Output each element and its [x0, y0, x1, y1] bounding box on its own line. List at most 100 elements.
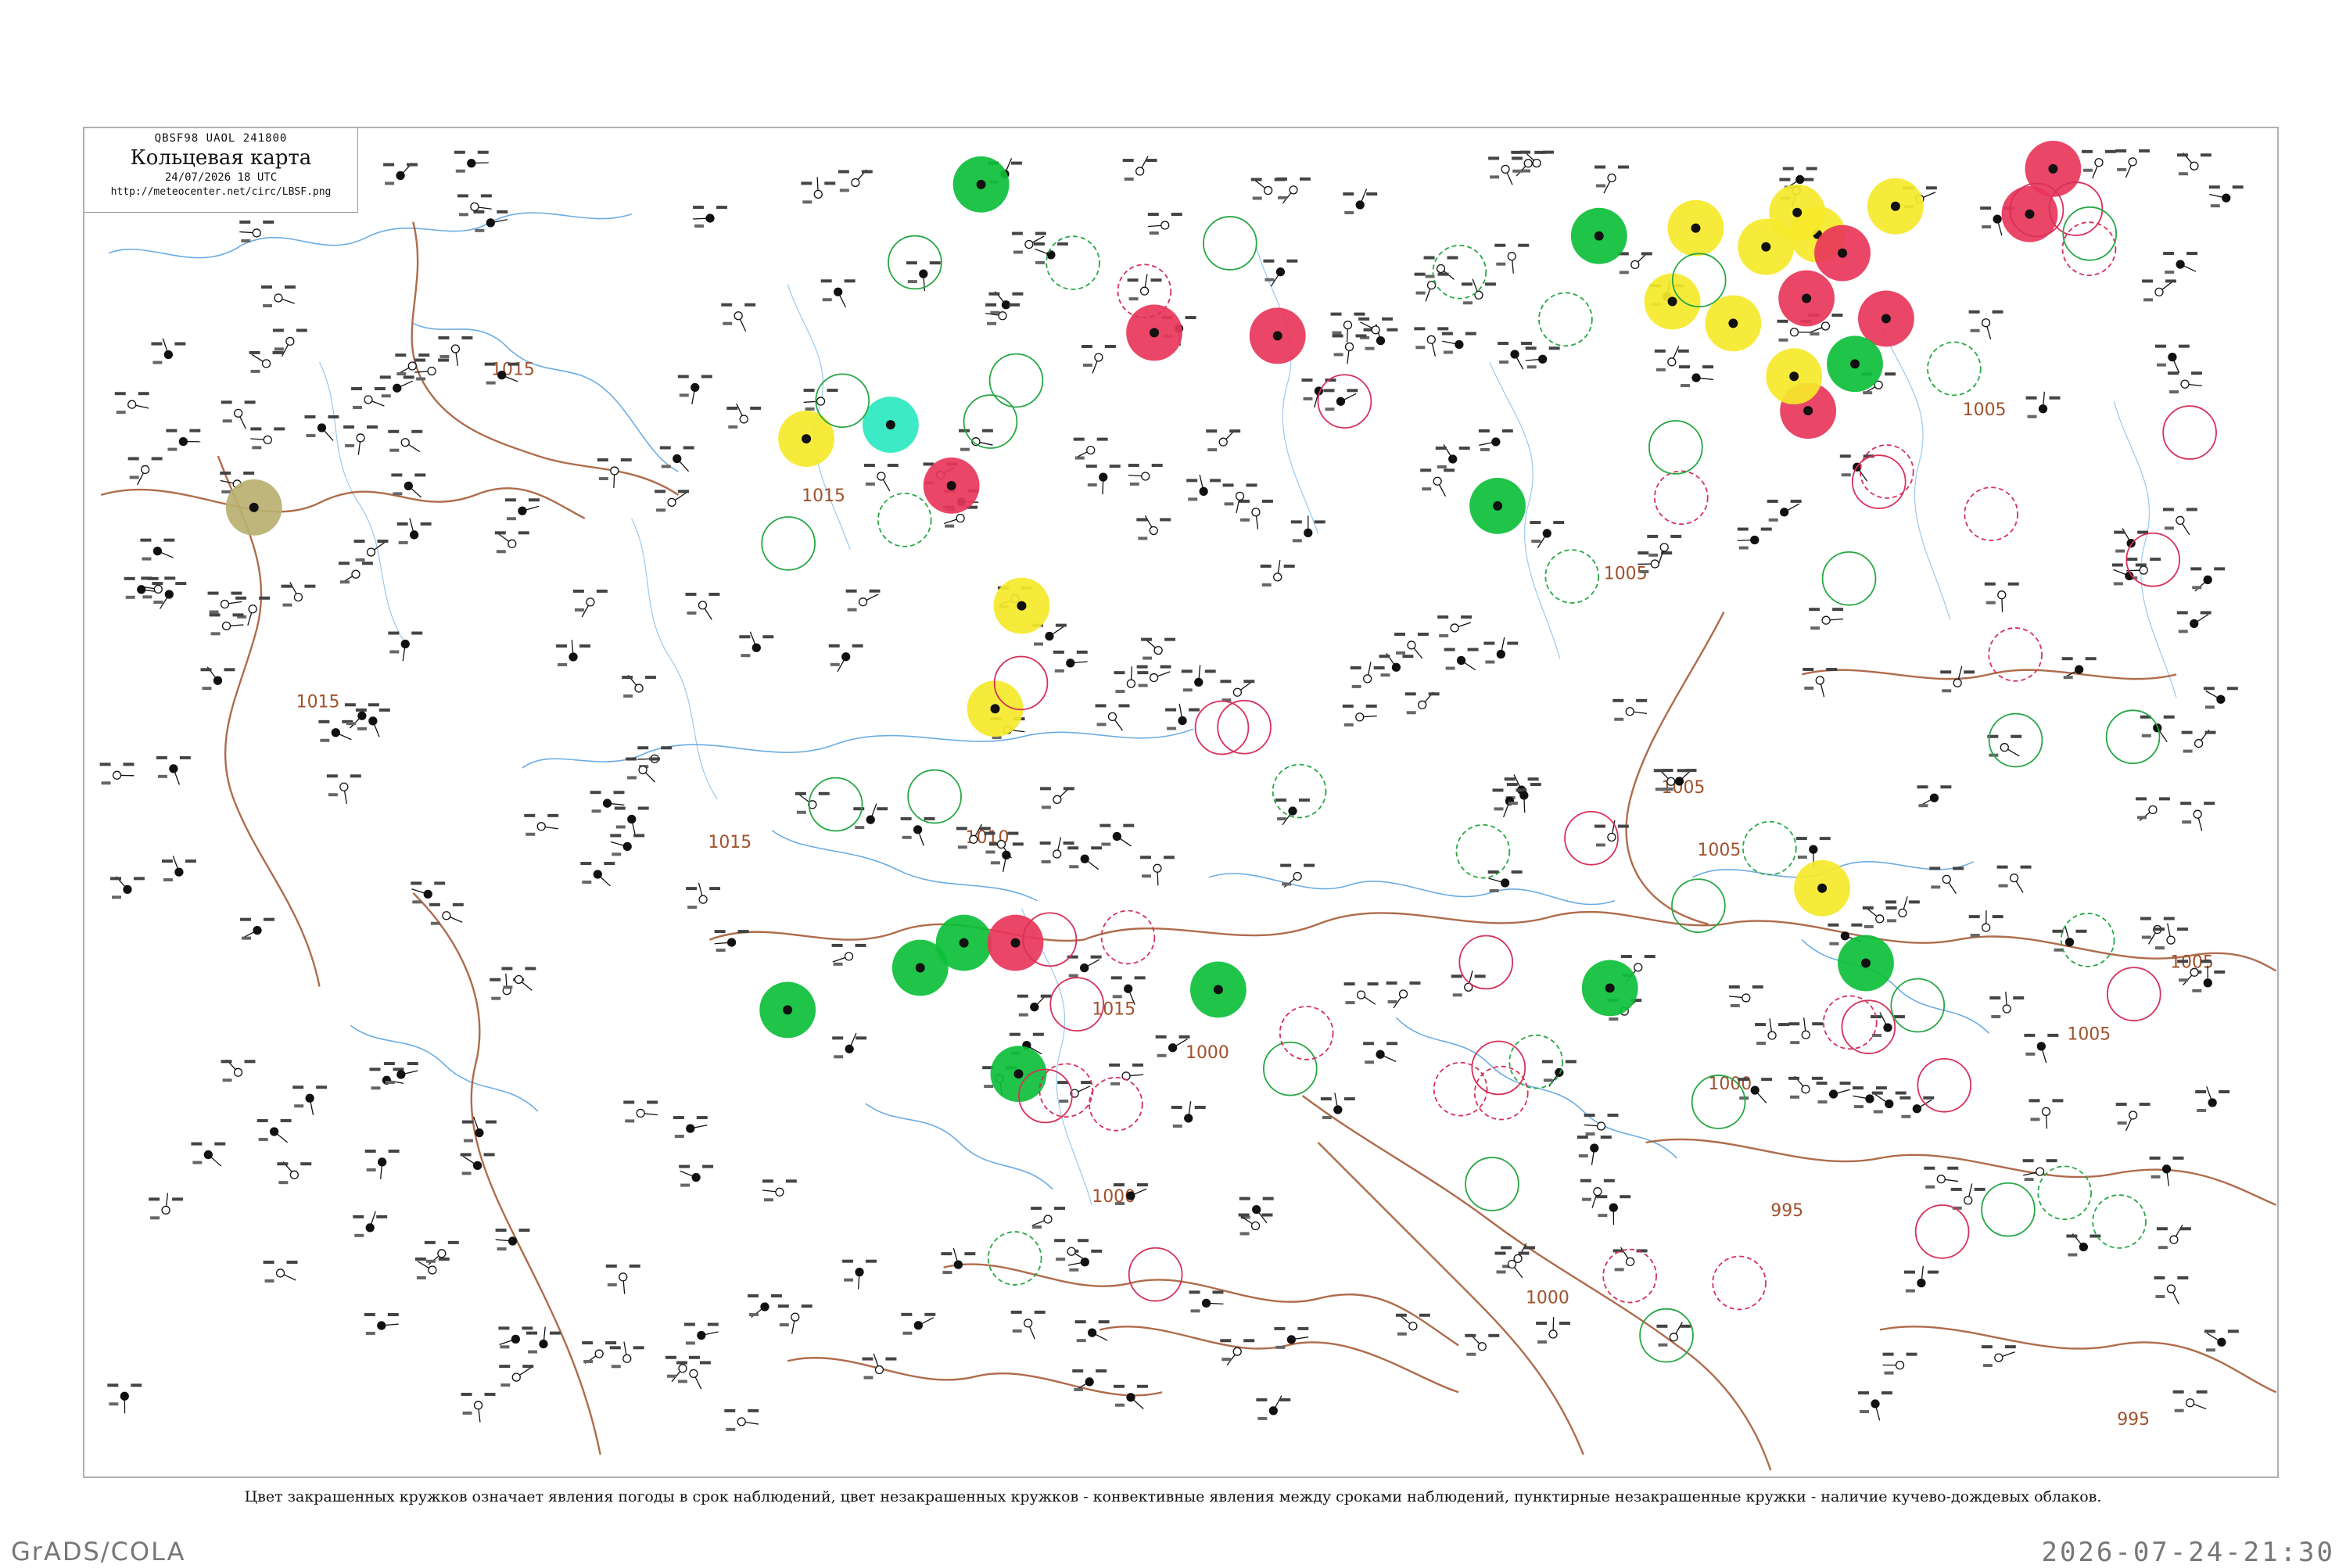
station-plot [2173, 1390, 2208, 1412]
station-plot [2155, 345, 2190, 373]
station-dot [1850, 359, 1860, 368]
convective-ring [2163, 406, 2216, 459]
convective-ring [2093, 1195, 2146, 1248]
legend-caption: Цвет закрашенных кружков означает явлени… [0, 1488, 2346, 1505]
station-plot [606, 1265, 640, 1294]
station-plot [462, 1117, 497, 1143]
station-plot [1858, 1391, 1892, 1420]
footer-software: GrADS/COLA [11, 1537, 186, 1566]
convective-ring [1039, 1064, 1092, 1117]
station-plot [580, 862, 615, 886]
station-plot [1128, 464, 1163, 486]
station-plot [1031, 1207, 1065, 1229]
station-plot [1394, 633, 1429, 658]
convective-ring [1982, 1183, 2035, 1236]
station-plot [615, 806, 649, 835]
station-plot [1396, 1314, 1430, 1336]
station-plot [2142, 279, 2176, 301]
convective-ring [1434, 1063, 1487, 1116]
station-dot [1605, 983, 1615, 992]
station-plot [277, 1162, 311, 1185]
station-plot [1437, 615, 1472, 637]
convective-ring [1459, 936, 1512, 989]
isobar-label: 1005 [2067, 1024, 2111, 1044]
station-plot [1420, 468, 1455, 496]
station-plot [1788, 1017, 1823, 1044]
convective-ring [1280, 1006, 1333, 1060]
station-plot [388, 430, 422, 452]
station-plot [208, 592, 242, 614]
station-plot [2136, 797, 2170, 820]
station-plot [501, 967, 536, 990]
station-plot [832, 944, 866, 966]
station-plot [2209, 185, 2244, 207]
station-plot [327, 774, 361, 804]
station-plot [1951, 1183, 1985, 1209]
station-plot [281, 582, 315, 606]
station-plot [2177, 611, 2211, 633]
station-plot [2177, 153, 2211, 176]
station-plot [1182, 665, 1216, 691]
station-plot [679, 1165, 713, 1187]
footer-timestamp: 2026-07-24-21:30 [2041, 1537, 2335, 1568]
station-plot [1040, 787, 1074, 809]
station-dot [1861, 959, 1871, 968]
station-plot [762, 1179, 797, 1201]
station-plot [678, 375, 712, 404]
isobar-label: 1015 [708, 833, 752, 852]
station-plot [1276, 178, 1311, 203]
station-plot [1274, 1327, 1308, 1349]
station-plot [2116, 1103, 2150, 1131]
station-plot [1530, 521, 1564, 547]
station-plot [1343, 189, 1377, 214]
convective-ring [1649, 421, 1702, 474]
station-plot [1495, 1252, 1530, 1278]
station-plot [191, 1143, 225, 1166]
station-plot [1344, 982, 1379, 1004]
station-plot [1011, 1311, 1046, 1339]
station-dot [886, 420, 895, 429]
station-dot [1273, 331, 1282, 340]
convective-ring [2063, 222, 2116, 275]
station-plot [1171, 1101, 1206, 1128]
station-plot [100, 762, 135, 784]
station-plot [524, 814, 558, 836]
station-plot [1324, 389, 1358, 411]
station-plot [1239, 500, 1273, 529]
station-plot [724, 1409, 759, 1431]
station-plot [1679, 365, 1713, 387]
isobar-label: 1015 [296, 692, 340, 712]
station-dot [960, 938, 969, 948]
station-plot [1442, 332, 1476, 354]
station-dot [916, 963, 925, 973]
station-plot [461, 1393, 496, 1423]
station-plot [1220, 1339, 1254, 1365]
convective-ring [2107, 967, 2161, 1021]
station-plot [353, 1211, 387, 1237]
station-plot [1989, 992, 2024, 1018]
station-plot [149, 1193, 183, 1220]
station-dot [2025, 210, 2034, 219]
station-plot [1082, 345, 1116, 373]
station-plot [221, 400, 256, 429]
station-plot [1040, 838, 1074, 863]
isobar-label: 1005 [1963, 400, 2007, 420]
station-plot [1156, 1035, 1190, 1057]
station-plot [838, 170, 873, 192]
station-plot [1074, 438, 1108, 460]
convective-ring [1853, 455, 1906, 508]
convective-ring [1672, 879, 1725, 932]
convective-ring [1917, 1059, 1971, 1112]
station-plot [556, 640, 590, 666]
station-plot [343, 425, 378, 455]
station-plot [1067, 846, 1102, 869]
station-plot [829, 644, 863, 672]
station-plot [499, 1365, 533, 1387]
station-plot [988, 292, 1023, 314]
convective-ring [1456, 825, 1509, 878]
station-plot [1883, 1353, 1917, 1375]
station-plot [1997, 866, 2032, 893]
station-plot [1096, 704, 1130, 730]
source-url[interactable]: http://meteocenter.net/circ/LBSF.png [84, 186, 357, 198]
station-plot [1613, 1247, 1648, 1271]
